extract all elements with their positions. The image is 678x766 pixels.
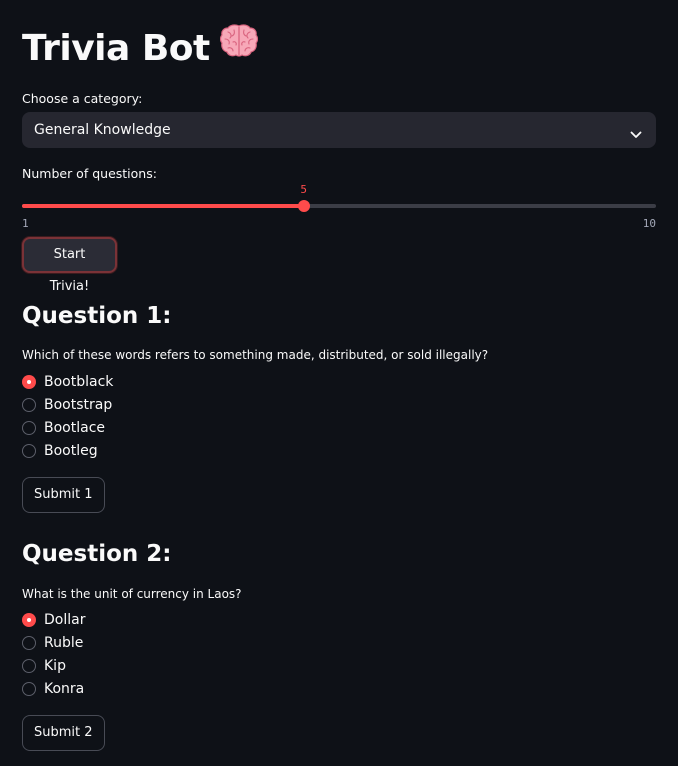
category-select[interactable]: General Knowledge xyxy=(22,112,656,148)
brain-icon xyxy=(219,23,258,71)
question-1-option-4[interactable]: Bootleg xyxy=(22,441,98,461)
option-label: Bootleg xyxy=(44,443,98,459)
category-label: Choose a category: xyxy=(22,91,143,106)
category-select-value: General Knowledge xyxy=(34,122,171,138)
question-1-option-1[interactable]: Bootblack xyxy=(22,372,113,392)
page-title: Trivia Bot xyxy=(22,23,258,74)
question-1-option-3[interactable]: Bootlace xyxy=(22,418,105,438)
slider-max-label: 10 xyxy=(642,217,656,230)
question-2-option-1[interactable]: Dollar xyxy=(22,610,85,630)
page-title-text: Trivia Bot xyxy=(22,28,210,69)
question-1-heading: Question 1: xyxy=(22,303,172,329)
radio-unselected-icon xyxy=(22,682,36,696)
option-label: Bootblack xyxy=(44,374,114,390)
slider-fill xyxy=(22,204,304,208)
option-label: Ruble xyxy=(44,635,84,651)
option-label: Bootlace xyxy=(44,420,106,436)
slider-thumb[interactable] xyxy=(297,200,310,212)
question-2-option-4[interactable]: Konra xyxy=(22,679,84,699)
slider-current-value: 5 xyxy=(300,183,308,196)
option-label: Bootstrap xyxy=(44,397,113,413)
slider-track[interactable] xyxy=(22,204,656,208)
radio-unselected-icon xyxy=(22,444,36,458)
chevron-down-icon xyxy=(630,125,642,144)
radio-unselected-icon xyxy=(22,636,36,650)
questions-slider-label: Number of questions: xyxy=(22,166,157,181)
question-2-option-3[interactable]: Kip xyxy=(22,656,66,676)
radio-selected-icon xyxy=(22,375,36,389)
option-label: Kip xyxy=(44,658,66,674)
option-label: Konra xyxy=(44,681,85,697)
radio-unselected-icon xyxy=(22,659,36,673)
radio-unselected-icon xyxy=(22,398,36,412)
question-2-text: What is the unit of currency in Laos? xyxy=(22,587,242,601)
question-1-option-2[interactable]: Bootstrap xyxy=(22,395,112,415)
option-label: Dollar xyxy=(44,612,86,628)
submit-2-button[interactable]: Submit 2 xyxy=(22,715,105,751)
app-root: Trivia Bot Choose a category: General Kn… xyxy=(0,0,678,766)
slider-min-label: 1 xyxy=(22,217,29,230)
submit-1-button[interactable]: Submit 1 xyxy=(22,477,105,513)
question-2-option-2[interactable]: Ruble xyxy=(22,633,83,653)
radio-unselected-icon xyxy=(22,421,36,435)
start-trivia-button[interactable]: Start Trivia! xyxy=(22,237,117,294)
question-2-heading: Question 2: xyxy=(22,541,172,567)
question-1-text: Which of these words refers to something… xyxy=(22,348,489,362)
radio-selected-icon xyxy=(22,613,36,627)
